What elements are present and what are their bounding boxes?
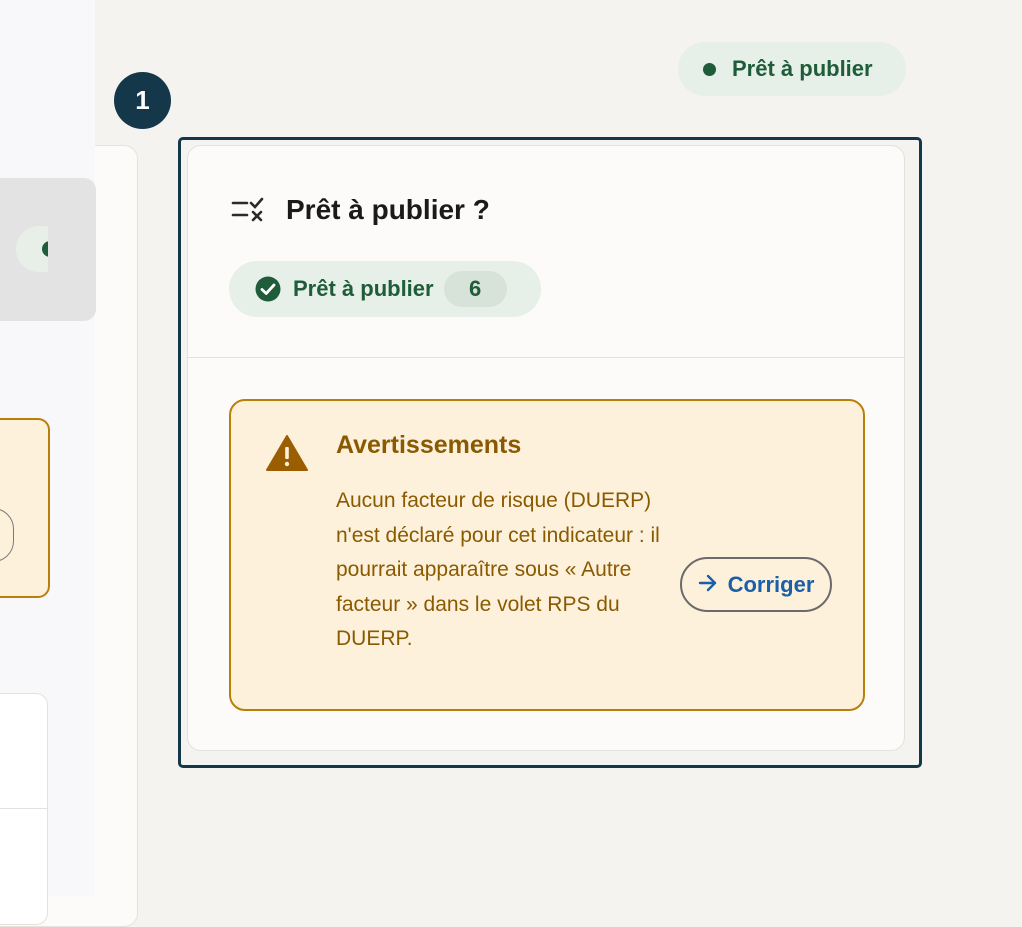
divider [0, 808, 47, 809]
check-circle-icon [255, 276, 281, 302]
status-pill: Prêt à publier [678, 42, 906, 96]
fix-button[interactable]: Corriger [680, 557, 832, 612]
warning-triangle-icon [265, 434, 309, 477]
card-header: Prêt à publier ? Prêt à publier 6 [188, 146, 904, 358]
arrow-right-icon [698, 572, 728, 598]
publish-readiness-card: Prêt à publier ? Prêt à publier 6 Averti… [187, 145, 905, 751]
card-title-row: Prêt à publier ? [230, 194, 490, 226]
background-white-card [0, 693, 48, 925]
background-warning-card [0, 418, 50, 598]
warnings-box: Avertissements Aucun facteur de risque (… [229, 399, 865, 711]
ready-chip-count: 6 [443, 271, 507, 307]
status-dot-icon [42, 241, 48, 257]
card-title: Prêt à publier ? [286, 194, 490, 225]
warnings-message: Aucun facteur de risque (DUERP) n'est dé… [336, 489, 660, 650]
step-number-badge: 1 [114, 72, 171, 129]
status-pill-label: Prêt à publier [732, 56, 873, 81]
background-grey-card [0, 178, 96, 321]
status-dot-icon [703, 62, 716, 76]
fix-button-label: Corriger [727, 571, 815, 597]
ready-status-chip[interactable]: Prêt à publier 6 [229, 261, 541, 317]
checklist-icon [230, 196, 266, 224]
warnings-title: Avertissements [336, 431, 522, 459]
ready-chip-label: Prêt à publier [293, 276, 434, 301]
